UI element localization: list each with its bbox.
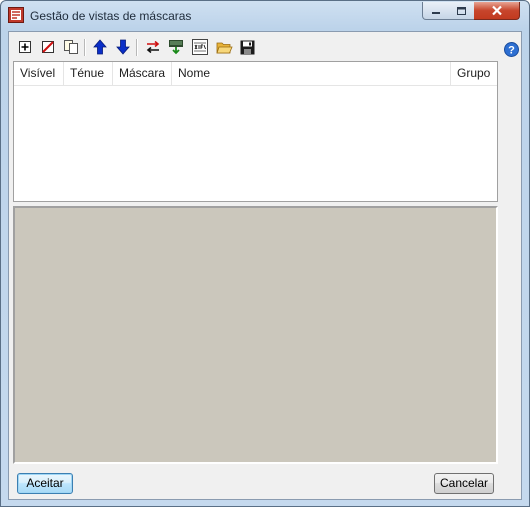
move-up-button[interactable]	[91, 38, 109, 56]
close-icon	[491, 5, 502, 16]
move-down-button[interactable]	[114, 38, 132, 56]
copy-icon	[64, 40, 78, 54]
title-bar[interactable]: Gestão de vistas de máscaras	[1, 1, 529, 31]
toolbar: ?	[9, 35, 521, 59]
window-title: Gestão de vistas de máscaras	[30, 9, 192, 23]
toolbar-separator	[136, 39, 138, 56]
column-header-visivel[interactable]: Visível	[14, 62, 63, 85]
export-button[interactable]	[167, 38, 185, 56]
help-icon[interactable]: ?	[504, 42, 519, 57]
arrow-down-icon	[116, 39, 130, 55]
delete-button[interactable]	[39, 38, 57, 56]
maximize-button[interactable]	[448, 2, 475, 20]
dxf-button[interactable]	[191, 38, 209, 56]
minimize-icon	[431, 11, 440, 14]
dxf-icon	[192, 39, 208, 55]
column-header-tenue[interactable]: Ténue	[64, 62, 112, 85]
save-button[interactable]	[238, 38, 256, 56]
mask-views-list[interactable]: Visível Ténue Máscara Nome Grupo	[13, 61, 498, 202]
accept-button[interactable]: Aceitar	[17, 473, 73, 494]
add-button[interactable]	[16, 38, 34, 56]
mask-preview-area[interactable]	[13, 206, 498, 464]
dialog-client-area: ? Visível Ténue Máscara Nome Grupo Aceit…	[8, 31, 522, 500]
list-header: Visível Ténue Máscara Nome Grupo	[14, 62, 497, 86]
open-button[interactable]	[215, 38, 233, 56]
arrow-up-icon	[93, 39, 107, 55]
toolbar-separator	[84, 39, 86, 56]
add-icon	[19, 41, 31, 53]
minimize-button[interactable]	[422, 2, 449, 20]
column-header-nome[interactable]: Nome	[172, 62, 450, 85]
column-header-grupo[interactable]: Grupo	[451, 62, 497, 85]
close-button[interactable]	[474, 2, 520, 20]
svg-text:?: ?	[508, 44, 515, 56]
copy-button[interactable]	[62, 38, 80, 56]
maximize-icon	[456, 6, 466, 15]
save-icon	[240, 40, 254, 54]
app-icon	[8, 7, 24, 23]
export-icon	[169, 40, 183, 55]
dialog-window: Gestão de vistas de máscaras ? Visível T…	[0, 0, 530, 507]
open-folder-icon	[215, 42, 233, 53]
cancel-button[interactable]: Cancelar	[434, 473, 494, 494]
swap-button[interactable]	[144, 38, 162, 56]
column-header-mascara[interactable]: Máscara	[113, 62, 171, 85]
delete-icon	[42, 41, 54, 53]
swap-icon	[146, 40, 160, 54]
